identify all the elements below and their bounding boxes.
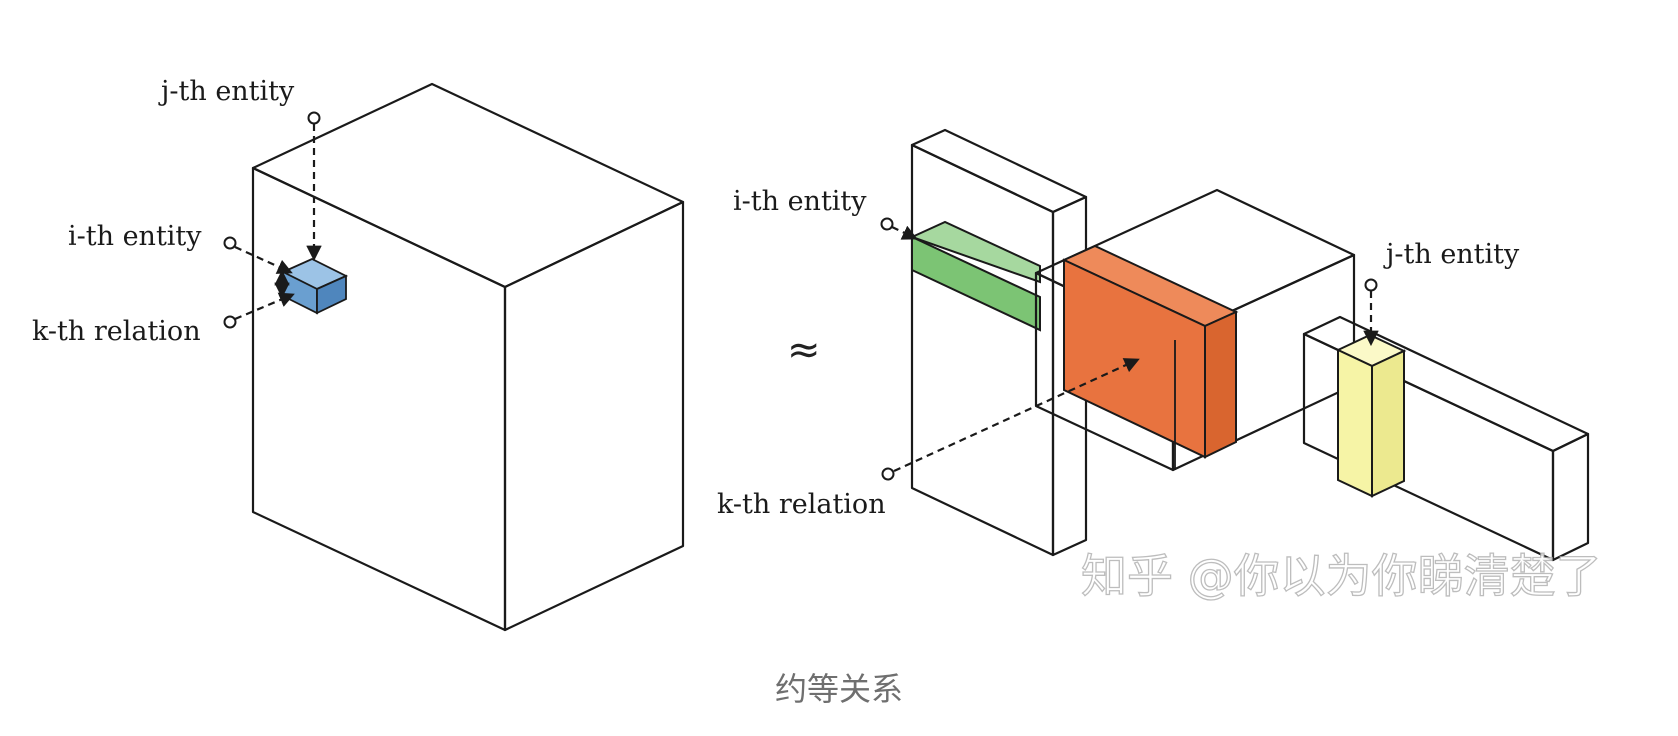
tensor-entry-cube bbox=[280, 258, 349, 315]
label-k-th-relation-right: k-th relation bbox=[717, 489, 886, 520]
tensor-decomposition-diagram: j-th entity i-th entity k-th relation ≈ bbox=[32, 76, 1602, 632]
j-column-slice bbox=[1335, 333, 1407, 498]
factor-matrix-i bbox=[910, 128, 1088, 557]
left-tensor-cube bbox=[251, 82, 685, 632]
label-i-th-entity-right: i-th entity bbox=[733, 186, 867, 217]
label-j-th-entity-right: j-th entity bbox=[1383, 239, 1520, 270]
label-j-th-entity: j-th entity bbox=[158, 76, 295, 107]
figure-caption: 约等关系 bbox=[774, 670, 903, 708]
core-relation-slice bbox=[1061, 244, 1239, 470]
label-k-th-relation: k-th relation bbox=[32, 316, 201, 347]
approx-symbol: ≈ bbox=[787, 327, 821, 373]
zhihu-watermark: 知乎 @你以为你睇清楚了 bbox=[1081, 549, 1602, 603]
i-row-slice bbox=[909, 220, 1041, 332]
label-i-th-entity: i-th entity bbox=[68, 221, 202, 252]
